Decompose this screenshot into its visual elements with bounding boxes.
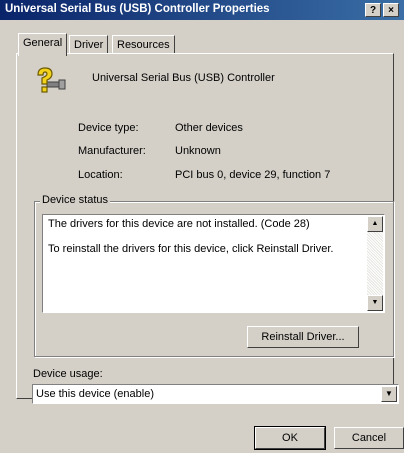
window-title: Universal Serial Bus (USB) Controller Pr… — [5, 3, 270, 15]
status-message-line2: To reinstall the drivers for this device… — [48, 243, 334, 255]
location-value: PCI bus 0, device 29, function 7 — [175, 169, 331, 181]
title-bar[interactable]: Universal Serial Bus (USB) Controller Pr… — [0, 0, 404, 20]
scroll-up-icon[interactable]: ▲ — [367, 216, 383, 232]
manufacturer-label: Manufacturer: — [78, 145, 146, 157]
status-message-line1: The drivers for this device are not inst… — [48, 218, 310, 230]
device-usage-select[interactable]: Use this device (enable) ▼ — [32, 384, 399, 404]
unknown-device-question-icon — [33, 66, 67, 96]
tab-driver[interactable]: Driver — [69, 35, 109, 55]
help-button[interactable]: ? — [365, 3, 381, 17]
device-type-label: Device type: — [78, 122, 139, 134]
chevron-down-icon[interactable]: ▼ — [381, 386, 397, 402]
device-usage-value: Use this device (enable) — [36, 388, 155, 400]
device-usage-label: Device usage: — [33, 368, 103, 380]
properties-dialog: Universal Serial Bus (USB) Controller Pr… — [0, 0, 404, 453]
ok-button[interactable]: OK — [254, 426, 326, 450]
status-scrollbar[interactable]: ▲ ▼ — [367, 216, 383, 311]
close-button[interactable]: × — [383, 3, 399, 17]
reinstall-driver-button[interactable]: Reinstall Driver... — [247, 326, 359, 348]
tab-general[interactable]: General — [18, 33, 68, 56]
device-name: Universal Serial Bus (USB) Controller — [92, 72, 275, 84]
cancel-button[interactable]: Cancel — [334, 427, 404, 449]
device-status-textbox[interactable]: The drivers for this device are not inst… — [42, 214, 385, 313]
device-status-label: Device status — [40, 194, 111, 206]
manufacturer-value: Unknown — [175, 145, 221, 157]
scroll-down-icon[interactable]: ▼ — [367, 295, 383, 311]
tab-resources[interactable]: Resources — [112, 35, 175, 55]
device-type-value: Other devices — [175, 122, 243, 134]
location-label: Location: — [78, 169, 123, 181]
